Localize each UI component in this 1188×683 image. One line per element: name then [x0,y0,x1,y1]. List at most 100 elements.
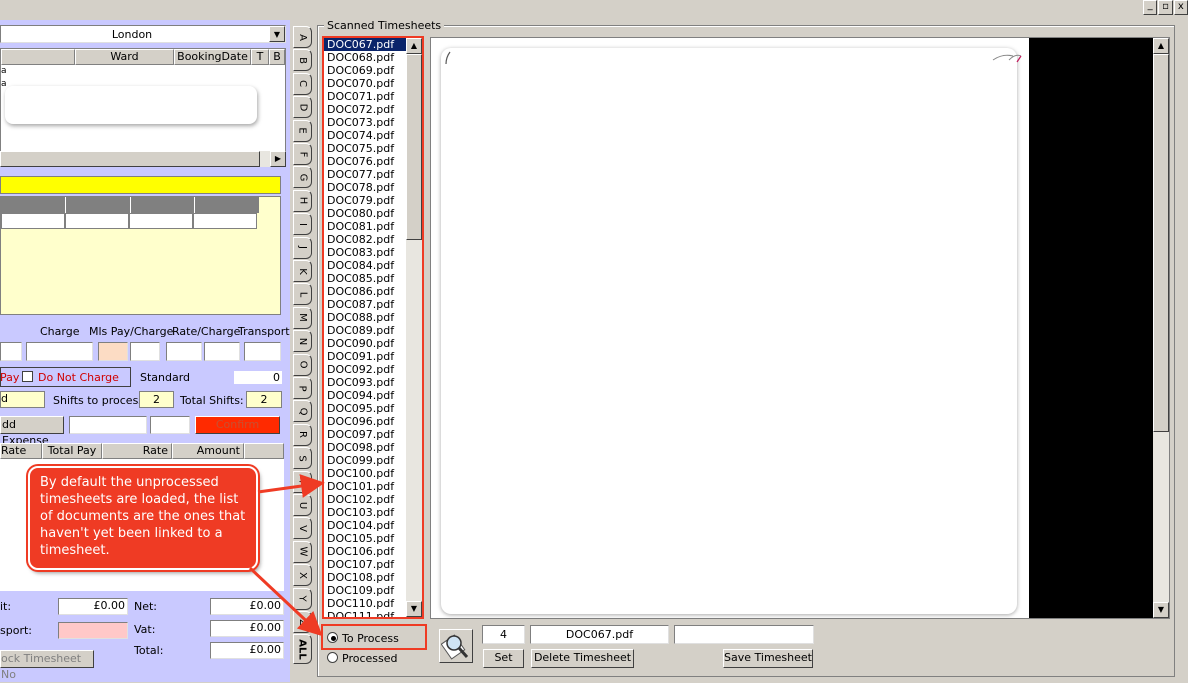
document-list-item[interactable]: DOC091.pdf [324,350,408,363]
alphabet-tab-h[interactable]: H [293,189,312,212]
document-list-item[interactable]: DOC108.pdf [324,571,408,584]
document-list-item[interactable]: DOC109.pdf [324,584,408,597]
shift-grid-row[interactable] [1,213,259,229]
mls-charge-field[interactable] [130,342,160,361]
document-list-item[interactable]: DOC073.pdf [324,116,408,129]
alphabet-tab-x[interactable]: X [293,564,312,587]
document-list-item[interactable]: DOC071.pdf [324,90,408,103]
alphabet-tab-l[interactable]: L [293,283,312,306]
page-number-field[interactable]: 4 [482,625,525,644]
alphabet-tab-n[interactable]: N [293,330,312,353]
alphabet-tab-g[interactable]: G [293,166,312,189]
expense-field[interactable] [69,416,147,434]
alphabet-tab-m[interactable]: M [293,306,312,329]
mls-pay-field[interactable] [98,342,128,361]
pay-field[interactable] [0,342,22,361]
scroll-thumb[interactable] [1153,54,1169,432]
document-list-item[interactable]: DOC072.pdf [324,103,408,116]
column-total-pay[interactable]: Total Pay [42,443,102,459]
extra-field[interactable] [674,625,814,644]
document-list-item[interactable]: DOC080.pdf [324,207,408,220]
rate-field[interactable] [166,342,202,361]
close-button[interactable]: x [1173,0,1188,15]
document-list-item[interactable]: DOC105.pdf [324,532,408,545]
location-dropdown[interactable]: London ▼ [0,25,286,43]
chevron-down-icon[interactable]: ▼ [269,26,285,42]
set-button[interactable]: Set [483,649,524,668]
document-list-item[interactable]: DOC102.pdf [324,493,408,506]
document-list-item[interactable]: DOC106.pdf [324,545,408,558]
alphabet-tab-r[interactable]: R [293,423,312,446]
charge-field[interactable] [26,342,93,361]
alphabet-tab-all[interactable]: ALL [293,634,312,665]
alphabet-tab-e[interactable]: E [293,119,312,142]
column-rate-2[interactable]: Rate [102,443,172,459]
preview-scrollbar[interactable]: ▲ ▼ [1153,38,1169,618]
document-list-item[interactable]: DOC110.pdf [324,597,408,610]
document-list[interactable]: DOC067.pdf DOC068.pdf DOC069.pdf DOC070.pdf… [322,36,424,619]
alphabet-tab-c[interactable]: C [293,72,312,95]
document-list-item[interactable]: DOC088.pdf [324,311,408,324]
scroll-down-icon[interactable]: ▼ [1153,602,1169,618]
column-booking-date[interactable]: BookingDate [174,49,251,65]
do-not-charge-checkbox[interactable] [22,371,33,382]
document-list-item[interactable]: DOC077.pdf [324,168,408,181]
scroll-thumb[interactable] [406,54,422,240]
scroll-thumb[interactable] [0,151,260,167]
alphabet-tab-j[interactable]: J [293,236,312,259]
document-list-item[interactable]: DOC081.pdf [324,220,408,233]
document-list-item[interactable]: DOC090.pdf [324,337,408,350]
alphabet-tab-z[interactable]: Z [293,611,312,633]
document-list-item[interactable]: DOC092.pdf [324,363,408,376]
alphabet-tab-q[interactable]: Q [293,400,312,423]
document-list-item[interactable]: DOC069.pdf [324,64,408,77]
alphabet-tab-s[interactable]: S [293,447,312,470]
document-list-item[interactable]: DOC068.pdf [324,51,408,64]
document-list-item[interactable]: DOC086.pdf [324,285,408,298]
document-list-item[interactable]: DOC067.pdf [324,38,408,51]
document-list-item[interactable]: DOC070.pdf [324,77,408,90]
document-list-item[interactable]: DOC087.pdf [324,298,408,311]
to-process-radio[interactable] [327,632,338,643]
d-field[interactable]: d [0,391,45,408]
document-list-item[interactable]: DOC082.pdf [324,233,408,246]
scroll-up-icon[interactable]: ▲ [1153,38,1169,54]
booking-grid-horizontal-scrollbar[interactable]: ▶ [0,151,286,167]
document-preview[interactable]: ▲ ▼ [430,37,1170,619]
document-list-item[interactable]: DOC074.pdf [324,129,408,142]
document-list-item[interactable]: DOC089.pdf [324,324,408,337]
document-list-item[interactable]: DOC083.pdf [324,246,408,259]
document-list-item[interactable]: DOC095.pdf [324,402,408,415]
document-list-item[interactable]: DOC079.pdf [324,194,408,207]
restore-button[interactable]: ▫ [1158,0,1173,15]
document-list-item[interactable]: DOC093.pdf [324,376,408,389]
document-list-item[interactable]: DOC111.pdf [324,610,408,617]
alphabet-tab-i[interactable]: I [293,213,312,236]
charge-rate-field[interactable] [204,342,240,361]
column-b[interactable]: B [269,49,285,65]
expense-amount-field[interactable] [150,416,190,434]
scroll-right-icon[interactable]: ▶ [270,151,286,167]
document-list-item[interactable]: DOC094.pdf [324,389,408,402]
document-list-item[interactable]: DOC078.pdf [324,181,408,194]
save-timesheet-button[interactable]: Save Timesheet [723,649,813,668]
alphabet-tab-f[interactable]: F [293,143,312,165]
document-list-item[interactable]: DOC096.pdf [324,415,408,428]
document-list-item[interactable]: DOC085.pdf [324,272,408,285]
document-list-item[interactable]: DOC103.pdf [324,506,408,519]
document-list-item[interactable]: DOC098.pdf [324,441,408,454]
lock-timesheet-button[interactable]: ock Timesheet No [0,650,94,681]
alphabet-tab-d[interactable]: D [293,96,312,119]
transport-field[interactable] [244,342,281,361]
processed-radio[interactable] [327,652,338,663]
alphabet-tab-k[interactable]: K [293,260,312,282]
alphabet-tab-v[interactable]: V [293,517,312,540]
column-rate[interactable]: Rate [0,443,42,459]
current-file-field[interactable]: DOC067.pdf [530,625,669,644]
alphabet-tab-t[interactable]: T [293,470,312,493]
document-list-item[interactable]: DOC107.pdf [324,558,408,571]
transport-total-field[interactable] [58,622,128,639]
document-list-item[interactable]: DOC076.pdf [324,155,408,168]
document-list-item[interactable]: DOC100.pdf [324,467,408,480]
scroll-down-icon[interactable]: ▼ [406,601,422,617]
